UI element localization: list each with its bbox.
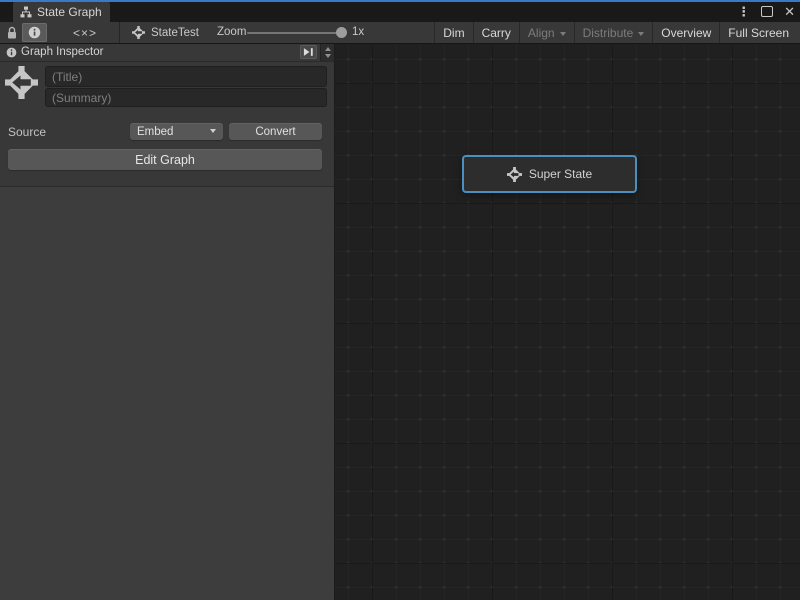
chevron-down-icon: [638, 32, 644, 39]
zoom-label: Zoom: [217, 22, 246, 43]
distribute-button[interactable]: Distribute: [574, 22, 653, 43]
tab-state-graph[interactable]: State Graph: [13, 2, 110, 22]
convert-button[interactable]: Convert: [229, 123, 322, 140]
chevron-down-icon: [210, 129, 216, 136]
window-menu-icon[interactable]: ⋮: [737, 3, 750, 20]
edit-graph-button[interactable]: Edit Graph: [8, 149, 322, 170]
source-dropdown-value: Embed: [137, 126, 173, 138]
dock-panel-button[interactable]: [300, 45, 317, 59]
titlebar: State Graph ⋮ ✕: [0, 0, 800, 22]
graph-inspector-panel: Graph Inspector Source Embed Conve: [0, 44, 335, 600]
graph-name: StateTest: [151, 27, 199, 39]
title-input[interactable]: [45, 66, 327, 87]
breadcrumb-state-graph[interactable]: StateTest: [132, 22, 199, 43]
graph-hierarchy-icon: [20, 6, 32, 18]
info-icon: [28, 26, 41, 39]
graph-inspector-header: Graph Inspector: [0, 44, 334, 62]
close-icon[interactable]: ✕: [784, 3, 795, 20]
panel-scroll-spinner[interactable]: [320, 44, 334, 61]
code-preview-button[interactable]: <×>: [58, 22, 112, 43]
dock-right-icon: [303, 47, 314, 57]
inspector-empty-area: [0, 187, 334, 600]
zoom-value: 1x: [352, 22, 364, 43]
chevron-down-icon: [560, 32, 566, 39]
align-button[interactable]: Align: [519, 22, 574, 43]
lock-icon: [6, 26, 18, 40]
scroll-up-icon[interactable]: [325, 44, 331, 51]
scroll-down-icon[interactable]: [325, 54, 331, 61]
lock-button[interactable]: [4, 24, 20, 41]
graph-toolbar: <×> StateTest Zoom 1x Dim Carry Align: [0, 22, 800, 44]
panel-title: Graph Inspector: [21, 44, 103, 61]
code-icon: <×>: [73, 26, 97, 40]
zoom-slider-track[interactable]: [247, 32, 342, 34]
tab-label: State Graph: [37, 5, 102, 19]
node-label: Super State: [529, 167, 592, 181]
summary-input[interactable]: [45, 88, 327, 107]
dim-button[interactable]: Dim: [434, 22, 472, 43]
maximize-icon[interactable]: [761, 6, 773, 17]
node-super-state[interactable]: Super State: [462, 155, 637, 193]
carry-button[interactable]: Carry: [473, 22, 519, 43]
toolbar-right-buttons: Dim Carry Align Distribute Overview Full…: [434, 22, 797, 43]
source-dropdown[interactable]: Embed: [130, 123, 223, 140]
state-graph-icon: [5, 66, 38, 99]
full-screen-button[interactable]: Full Screen: [719, 22, 797, 43]
state-graph-icon: [132, 26, 145, 39]
overview-button[interactable]: Overview: [652, 22, 719, 43]
zoom-slider-handle[interactable]: [336, 27, 347, 38]
state-graph-icon: [507, 167, 522, 182]
graph-canvas[interactable]: Super State: [335, 44, 800, 600]
window-focus-accent: [0, 0, 800, 2]
source-label: Source: [8, 124, 46, 140]
toolbar-divider: [119, 22, 120, 43]
graph-inspector-toggle-button[interactable]: [22, 23, 47, 42]
window-controls: ⋮ ✕: [737, 3, 795, 20]
info-icon: [6, 47, 17, 58]
